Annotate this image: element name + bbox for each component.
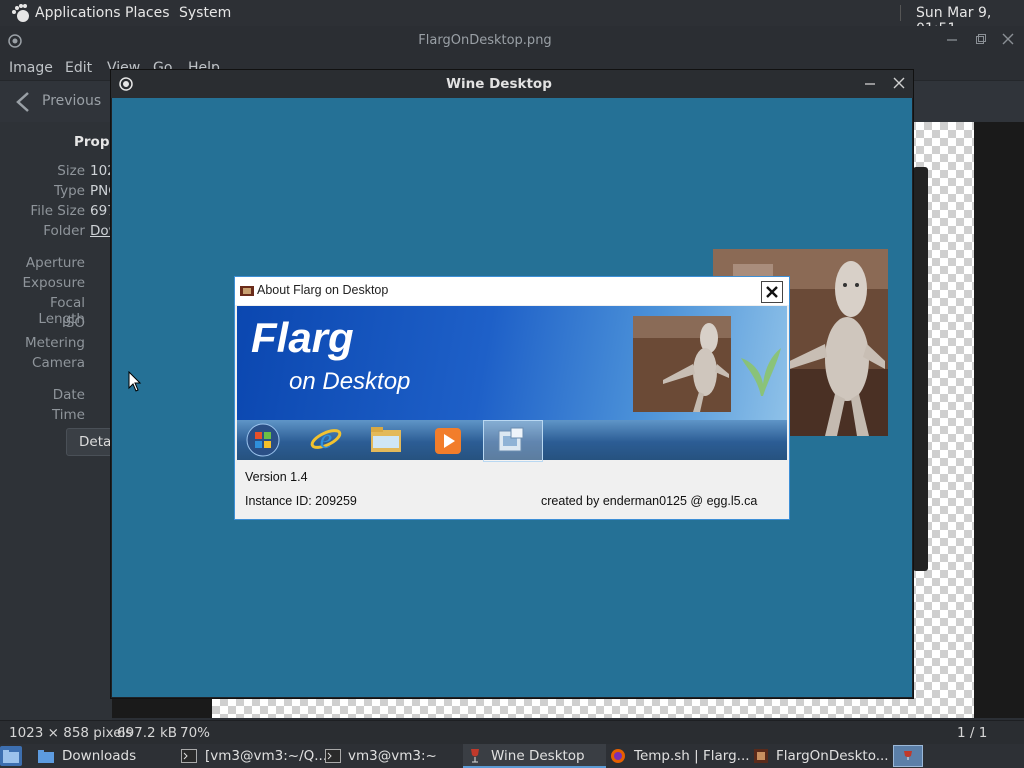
wine-titlebar[interactable]: Wine Desktop bbox=[111, 70, 913, 98]
gnome-foot-icon[interactable] bbox=[11, 3, 31, 23]
flarg-thumbnail-image bbox=[633, 316, 731, 412]
task-firefox[interactable]: Temp.sh | Flarg... bbox=[608, 744, 750, 768]
image-file-size: 697.2 kB bbox=[117, 725, 178, 741]
menu-image[interactable]: Image bbox=[9, 60, 53, 76]
task-label: Temp.sh | Flarg... bbox=[634, 748, 750, 764]
firefox-icon bbox=[611, 749, 625, 763]
size-key: Size bbox=[57, 163, 85, 179]
about-close-button[interactable] bbox=[761, 281, 783, 303]
zoom-level: 70% bbox=[180, 725, 211, 741]
workspace-switcher[interactable] bbox=[893, 745, 923, 767]
task-label: Downloads bbox=[62, 748, 137, 764]
about-title: About Flarg on Desktop bbox=[257, 283, 389, 297]
iso-key: ISO bbox=[61, 315, 85, 331]
folder-icon bbox=[371, 427, 401, 452]
panel-separator bbox=[900, 5, 901, 21]
minimize-icon[interactable] bbox=[946, 34, 958, 46]
maximize-icon[interactable] bbox=[975, 33, 987, 45]
top-panel: Applications Places System Sun Mar 9, 01… bbox=[0, 0, 1024, 37]
banner-title: Flarg bbox=[251, 314, 354, 361]
windows-start-orb-icon bbox=[246, 423, 280, 457]
mouse-cursor-icon bbox=[128, 371, 142, 392]
version-label: Version 1.4 bbox=[245, 470, 308, 484]
camera-key: Camera bbox=[32, 355, 85, 371]
about-banner: Flarg on Desktop bbox=[237, 306, 787, 420]
task-label: Wine Desktop bbox=[491, 748, 585, 764]
image-viewer-statusbar: 1023 × 858 pixels 697.2 kB 70% 1 / 1 bbox=[0, 720, 1024, 745]
places-menu[interactable]: Places bbox=[125, 5, 170, 21]
applications-menu[interactable]: Applications bbox=[35, 5, 121, 21]
task-label: FlargOnDeskto... bbox=[776, 748, 889, 764]
about-taskbar-strip: e bbox=[237, 420, 787, 462]
folder-icon bbox=[3, 750, 19, 763]
banner-subtitle: on Desktop bbox=[289, 368, 411, 395]
task-label: vm3@vm3:~ bbox=[348, 748, 437, 764]
image-dimensions: 1023 × 858 pixels bbox=[9, 725, 133, 741]
image-viewer-title: FlargOnDesktop.png bbox=[418, 33, 552, 48]
active-taskbar-item bbox=[483, 420, 543, 462]
close-icon bbox=[766, 286, 778, 298]
metering-key: Metering bbox=[25, 335, 85, 351]
folder-key: Folder bbox=[43, 223, 85, 239]
system-menu[interactable]: System bbox=[179, 5, 231, 21]
wine-title: Wine Desktop bbox=[446, 76, 552, 92]
task-downloads[interactable]: Downloads bbox=[36, 744, 166, 768]
folder-link[interactable]: Downloads bbox=[90, 223, 112, 239]
svg-text:e: e bbox=[320, 424, 332, 455]
close-icon[interactable] bbox=[893, 77, 905, 89]
instance-id-label: Instance ID: 209259 bbox=[245, 494, 357, 508]
properties-sidebar: Prope Size 1023 Type PNG File Size 697 F… bbox=[0, 122, 128, 720]
chevron-left-icon[interactable] bbox=[14, 91, 32, 113]
image-viewer-titlebar[interactable]: FlargOnDesktop.png bbox=[0, 26, 1024, 56]
image-edge bbox=[913, 167, 928, 571]
task-label: [vm3@vm3:~/Q... bbox=[205, 748, 328, 764]
details-button-label: Detai bbox=[79, 434, 116, 450]
minimize-icon[interactable] bbox=[864, 78, 876, 90]
about-titlebar[interactable]: About Flarg on Desktop bbox=[235, 277, 789, 305]
file-size-value: 697 bbox=[90, 203, 112, 219]
internet-explorer-icon: e bbox=[310, 424, 342, 455]
type-key: Type bbox=[53, 183, 85, 199]
credit-label: created by enderman0125 @ egg.l5.ca bbox=[541, 494, 758, 508]
task-wine-desktop[interactable]: Wine Desktop bbox=[463, 744, 606, 768]
aperture-key: Aperture bbox=[25, 255, 85, 271]
menu-edit[interactable]: Edit bbox=[65, 60, 92, 76]
size-value: 1023 bbox=[90, 163, 112, 179]
app-icon bbox=[240, 286, 254, 296]
close-icon[interactable] bbox=[1002, 33, 1014, 45]
file-size-key: File Size bbox=[30, 203, 85, 219]
about-dialog: About Flarg on Desktop Flarg on Desktop bbox=[234, 276, 790, 520]
app-window-icon bbox=[498, 427, 524, 452]
wine-glass-icon bbox=[471, 749, 479, 763]
type-value: PNG bbox=[90, 183, 112, 199]
show-desktop-button[interactable] bbox=[0, 746, 22, 766]
task-image-viewer[interactable]: FlargOnDeskto... bbox=[750, 744, 889, 768]
previous-button[interactable]: Previous bbox=[42, 93, 101, 109]
terminal-icon bbox=[325, 749, 341, 763]
time-key: Time bbox=[51, 407, 85, 423]
terminal-icon bbox=[181, 749, 197, 763]
bottom-taskbar: Downloads [vm3@vm3:~/Q... vm3@vm3:~ Wine… bbox=[0, 744, 1024, 768]
image-viewer-icon bbox=[754, 749, 768, 763]
exposure-key: Exposure bbox=[22, 275, 86, 291]
leaf-decoration-icon bbox=[741, 348, 781, 396]
date-key: Date bbox=[52, 387, 85, 403]
task-terminal-1[interactable]: [vm3@vm3:~/Q... bbox=[178, 744, 327, 768]
image-position: 1 / 1 bbox=[957, 725, 988, 741]
task-terminal-2[interactable]: vm3@vm3:~ bbox=[322, 744, 452, 768]
media-player-icon bbox=[435, 428, 461, 454]
folder-icon bbox=[38, 750, 54, 763]
wine-glass-icon bbox=[904, 751, 912, 760]
